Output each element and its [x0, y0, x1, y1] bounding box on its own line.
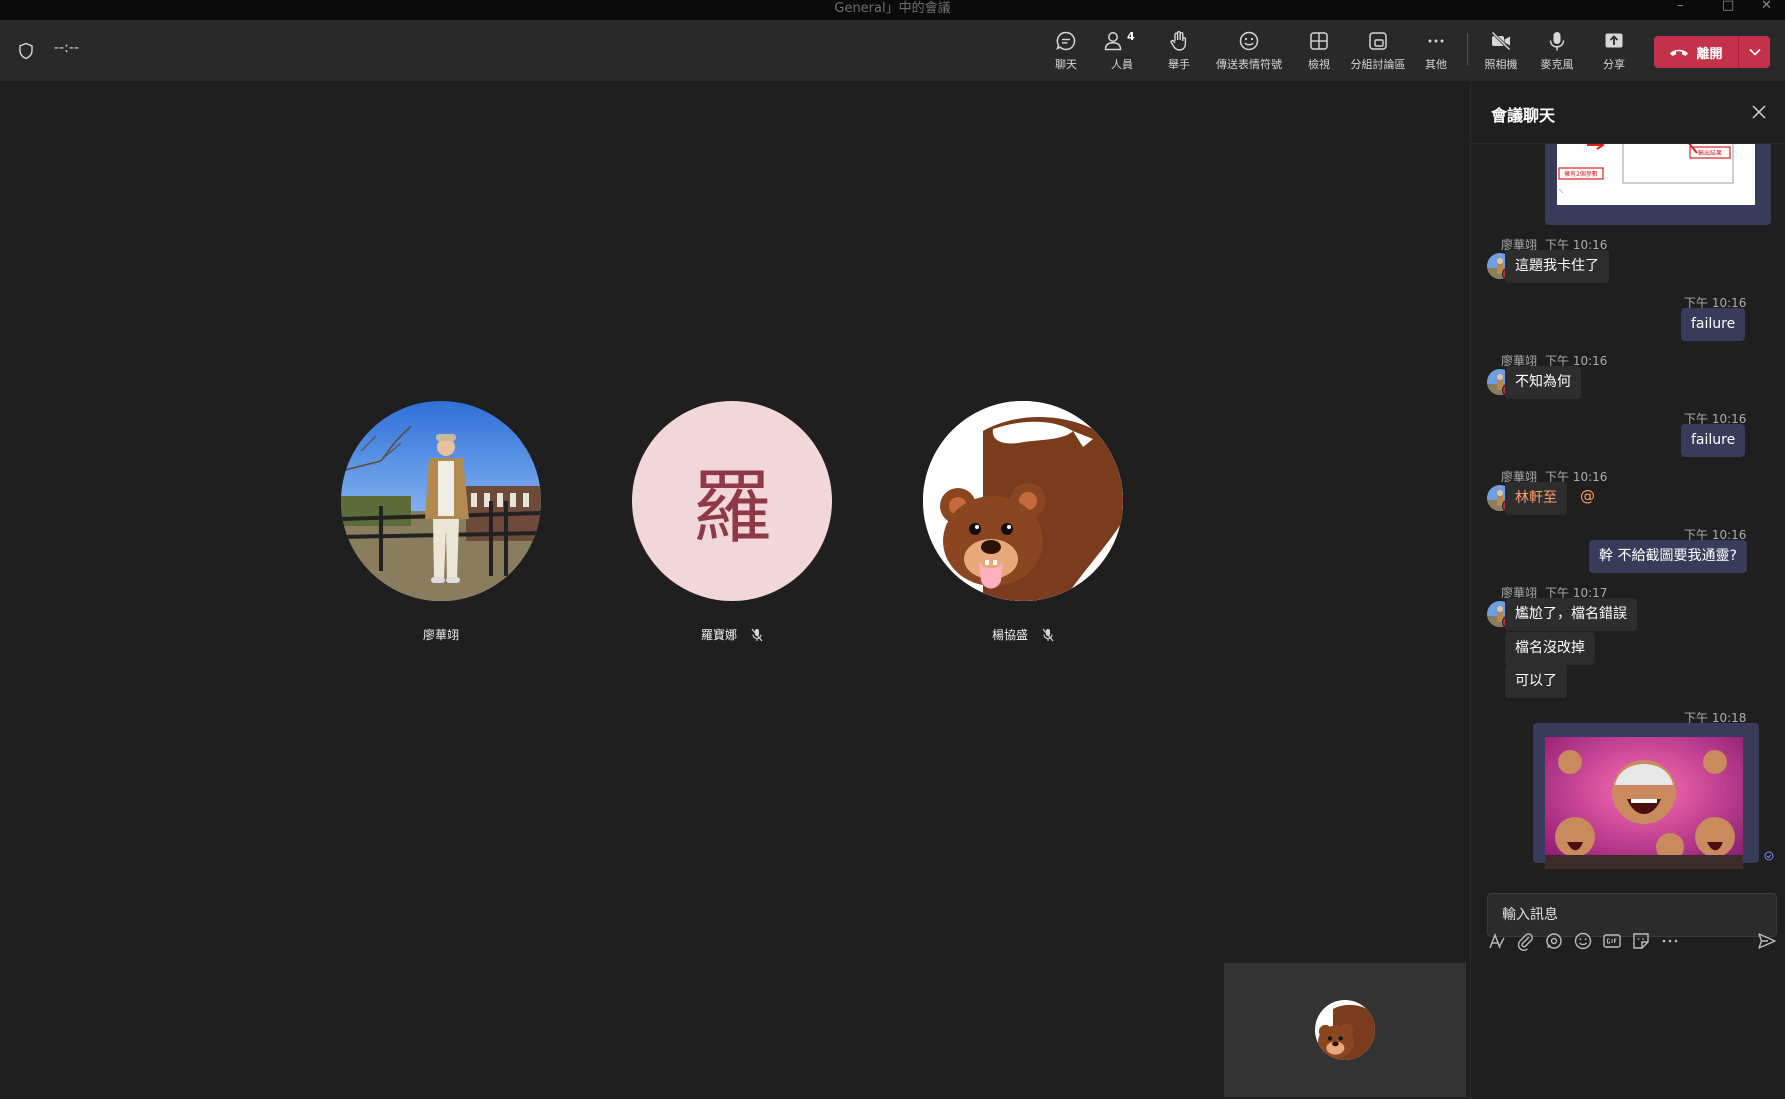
ellipsis-icon: [1428, 39, 1444, 43]
avatar-initial: 羅: [692, 461, 772, 554]
maximize-button[interactable]: □: [1722, 0, 1734, 13]
leave-button-group: 離開: [1654, 36, 1770, 68]
mention-at-icon: @: [1580, 487, 1595, 505]
people-count-badge: 4: [1127, 30, 1135, 43]
cartoon-bear-avatar: [923, 401, 1123, 601]
send-reaction-button[interactable]: 傳送表情符號: [1213, 30, 1285, 78]
leave-button[interactable]: 離開: [1654, 36, 1738, 68]
loop-icon[interactable]: [1543, 930, 1565, 952]
participant-tile[interactable]: 楊協盛: [923, 401, 1123, 643]
own-message-bubble[interactable]: 幹 不給截圖要我通靈?: [1589, 540, 1747, 573]
screenshot-label: 輸出結果: [1698, 149, 1722, 157]
share-upload-icon: [1605, 33, 1623, 48]
close-window-button[interactable]: ✕: [1761, 0, 1772, 13]
attach-icon[interactable]: [1514, 930, 1536, 952]
participant-avatar: [341, 401, 541, 601]
share-label: 分享: [1603, 58, 1625, 71]
message-bubble[interactable]: 可以了: [1505, 665, 1567, 698]
meeting-timer: --:--: [54, 40, 79, 56]
participant-tile[interactable]: 廖華翊: [341, 401, 541, 643]
camera-label: 照相機: [1484, 58, 1518, 71]
participant-name-row: 楊協盛: [923, 626, 1123, 643]
participant-avatar: [923, 401, 1123, 601]
composer-toolbar: [1470, 930, 1785, 954]
close-icon[interactable]: [1750, 103, 1768, 121]
message-bubble[interactable]: 這題我卡住了: [1505, 250, 1609, 283]
chevron-down-icon: [1748, 48, 1761, 56]
chat-title: 會議聊天: [1491, 106, 1556, 125]
camera-off-icon: [1491, 31, 1511, 51]
shield-icon: [19, 42, 33, 60]
participant-name: 廖華翊: [422, 628, 459, 642]
microphone-label: 麥克風: [1540, 58, 1574, 71]
participant-name: 羅寶娜: [700, 628, 737, 642]
breakout-rooms-icon: [1369, 32, 1387, 50]
breakout-rooms-label: 分組討論區: [1350, 58, 1406, 71]
code-screenshot-image[interactable]: 輸出結果 擁有2個參數: [1557, 143, 1755, 205]
own-message-bubble[interactable]: failure: [1681, 424, 1746, 457]
format-icon[interactable]: [1485, 930, 1507, 952]
mic-muted-icon: [1042, 628, 1054, 641]
gif-icon[interactable]: [1601, 930, 1623, 952]
raise-hand-label: 舉手: [1168, 58, 1190, 71]
more-options-icon[interactable]: [1659, 930, 1681, 952]
emoji-icon[interactable]: [1572, 930, 1594, 952]
minimize-button[interactable]: –: [1677, 0, 1684, 13]
sticker-icon[interactable]: [1630, 930, 1652, 952]
microphone-button[interactable]: 麥克風: [1538, 30, 1576, 78]
chat-label: 聊天: [1055, 58, 1077, 71]
chat-bubble-icon: [1056, 31, 1076, 51]
leave-options-dropdown[interactable]: [1739, 36, 1770, 68]
breakout-rooms-button[interactable]: 分組討論區: [1347, 30, 1409, 78]
participant-name: 楊協盛: [991, 628, 1028, 642]
read-receipt-icon: [1764, 851, 1774, 861]
laughing-meme-image[interactable]: [1545, 737, 1743, 869]
self-view-tile[interactable]: [1224, 963, 1466, 1097]
camera-button[interactable]: 照相機: [1482, 30, 1520, 78]
message-bubble[interactable]: 林軒至: [1505, 482, 1567, 515]
own-image-bubble[interactable]: [1533, 723, 1759, 869]
view-button[interactable]: 檢視: [1302, 30, 1336, 78]
hand-icon: [1170, 31, 1187, 51]
more-button[interactable]: 其他: [1421, 30, 1451, 78]
people-label: 人員: [1111, 58, 1133, 71]
send-icon[interactable]: [1756, 930, 1778, 952]
microphone-icon: [1549, 32, 1565, 51]
own-message-bubble[interactable]: failure: [1681, 308, 1746, 341]
message-bubble[interactable]: 檔名沒改掉: [1505, 632, 1595, 665]
message-bubble[interactable]: 不知為何: [1505, 366, 1581, 399]
send-reaction-label: 傳送表情符號: [1216, 58, 1282, 71]
chat-header: 會議聊天: [1471, 81, 1785, 144]
chat-message-list[interactable]: 輸出結果 擁有2個參數 廖華翊 下午 10:16 這題我卡住了 下午 10:16 …: [1471, 143, 1785, 1023]
window-title: General」中的會議: [834, 1, 951, 16]
participant-name-row: 羅寶娜: [632, 626, 832, 643]
layout-icon: [1310, 32, 1328, 50]
share-button[interactable]: 分享: [1599, 30, 1629, 78]
self-avatar: [1315, 1000, 1375, 1060]
screenshot-label: 擁有2個參數: [1564, 170, 1598, 178]
mention-link[interactable]: 林軒至: [1515, 490, 1557, 506]
person-photo-avatar: [341, 401, 541, 601]
toolbar-divider: [1467, 33, 1468, 65]
participant-tile[interactable]: 羅 羅寶娜: [632, 401, 832, 643]
hang-up-icon: [1670, 49, 1689, 56]
more-label: 其他: [1425, 58, 1447, 71]
view-label: 檢視: [1308, 58, 1330, 71]
mic-muted-icon: [751, 628, 763, 641]
leave-label: 離開: [1696, 46, 1723, 62]
shared-image-bubble[interactable]: 輸出結果 擁有2個參數: [1545, 143, 1771, 225]
chat-button[interactable]: 聊天: [1039, 30, 1093, 87]
video-stage: 廖華翊 羅 羅寶娜 楊協盛: [0, 81, 1470, 1099]
people-button[interactable]: 4 人員: [1101, 30, 1143, 78]
smile-icon: [1239, 31, 1259, 51]
title-bar: General」中的會議 – □ ✕: [0, 0, 1785, 20]
initial-avatar: 羅: [632, 401, 832, 601]
people-icon: [1104, 32, 1122, 51]
participant-name-row: 廖華翊: [341, 626, 541, 643]
raise-hand-button[interactable]: 舉手: [1161, 30, 1197, 78]
message-bubble[interactable]: 尷尬了，檔名錯誤: [1505, 598, 1637, 631]
